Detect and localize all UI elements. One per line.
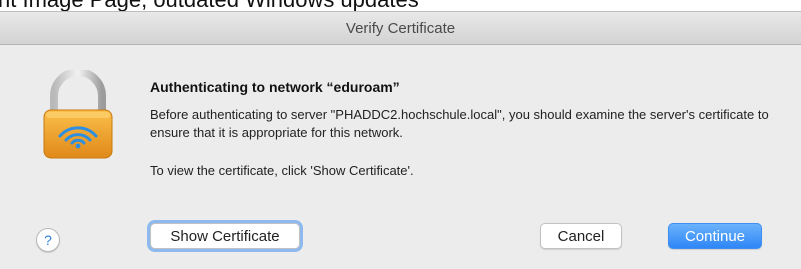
cancel-button[interactable]: Cancel	[540, 223, 622, 249]
continue-button[interactable]: Continue	[668, 223, 762, 249]
lock-wifi-icon	[43, 70, 113, 159]
help-button[interactable]: ?	[36, 228, 60, 252]
dialog-title: Verify Certificate	[345, 20, 456, 37]
dialog-instruction: To view the certificate, click 'Show Cer…	[150, 163, 414, 178]
show-certificate-button[interactable]: Show Certificate	[150, 223, 300, 249]
dialog-message: Before authenticating to server "PHADDC2…	[150, 107, 769, 140]
dialog-heading: Authenticating to network “eduroam”	[150, 79, 400, 95]
verify-certificate-dialog: Verify Certificate Authenticating to net…	[0, 11, 801, 269]
dialog-titlebar[interactable]: Verify Certificate	[0, 12, 801, 45]
